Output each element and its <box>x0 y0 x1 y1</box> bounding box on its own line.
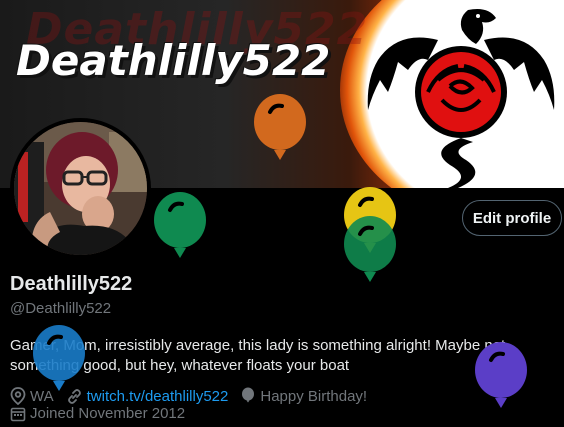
avatar[interactable] <box>10 118 151 259</box>
calendar-icon <box>10 407 26 421</box>
website-item[interactable]: twitch.tv/deathlilly522 <box>66 388 229 405</box>
display-name: Deathlilly522 <box>10 273 133 295</box>
balloon-purple <box>475 342 527 408</box>
edit-profile-button[interactable]: Edit profile <box>462 200 562 236</box>
balloon-orange <box>254 94 306 160</box>
dragon-rose-logo <box>367 9 555 188</box>
balloon-green <box>154 192 206 258</box>
avatar-photo <box>14 122 147 255</box>
joined-text: Joined November 2012 <box>30 405 186 422</box>
joined-item: Joined November 2012 <box>10 405 185 422</box>
birthday-item: Happy Birthday! <box>240 387 367 405</box>
birthday-text: Happy Birthday! <box>260 387 368 405</box>
profile-meta-joined: Joined November 2012 <box>10 405 197 422</box>
bio: Gamer, Mom, irresistibly average, this l… <box>10 337 506 374</box>
location-icon <box>10 387 26 405</box>
balloon-green-2 <box>344 216 396 282</box>
balloon-blue <box>33 325 85 391</box>
banner-title: Deathlilly522 <box>16 36 331 85</box>
handle: @Deathlilly522 <box>10 300 112 317</box>
website-link[interactable]: twitch.tv/deathlilly522 <box>87 388 229 405</box>
balloon-icon <box>242 387 255 403</box>
